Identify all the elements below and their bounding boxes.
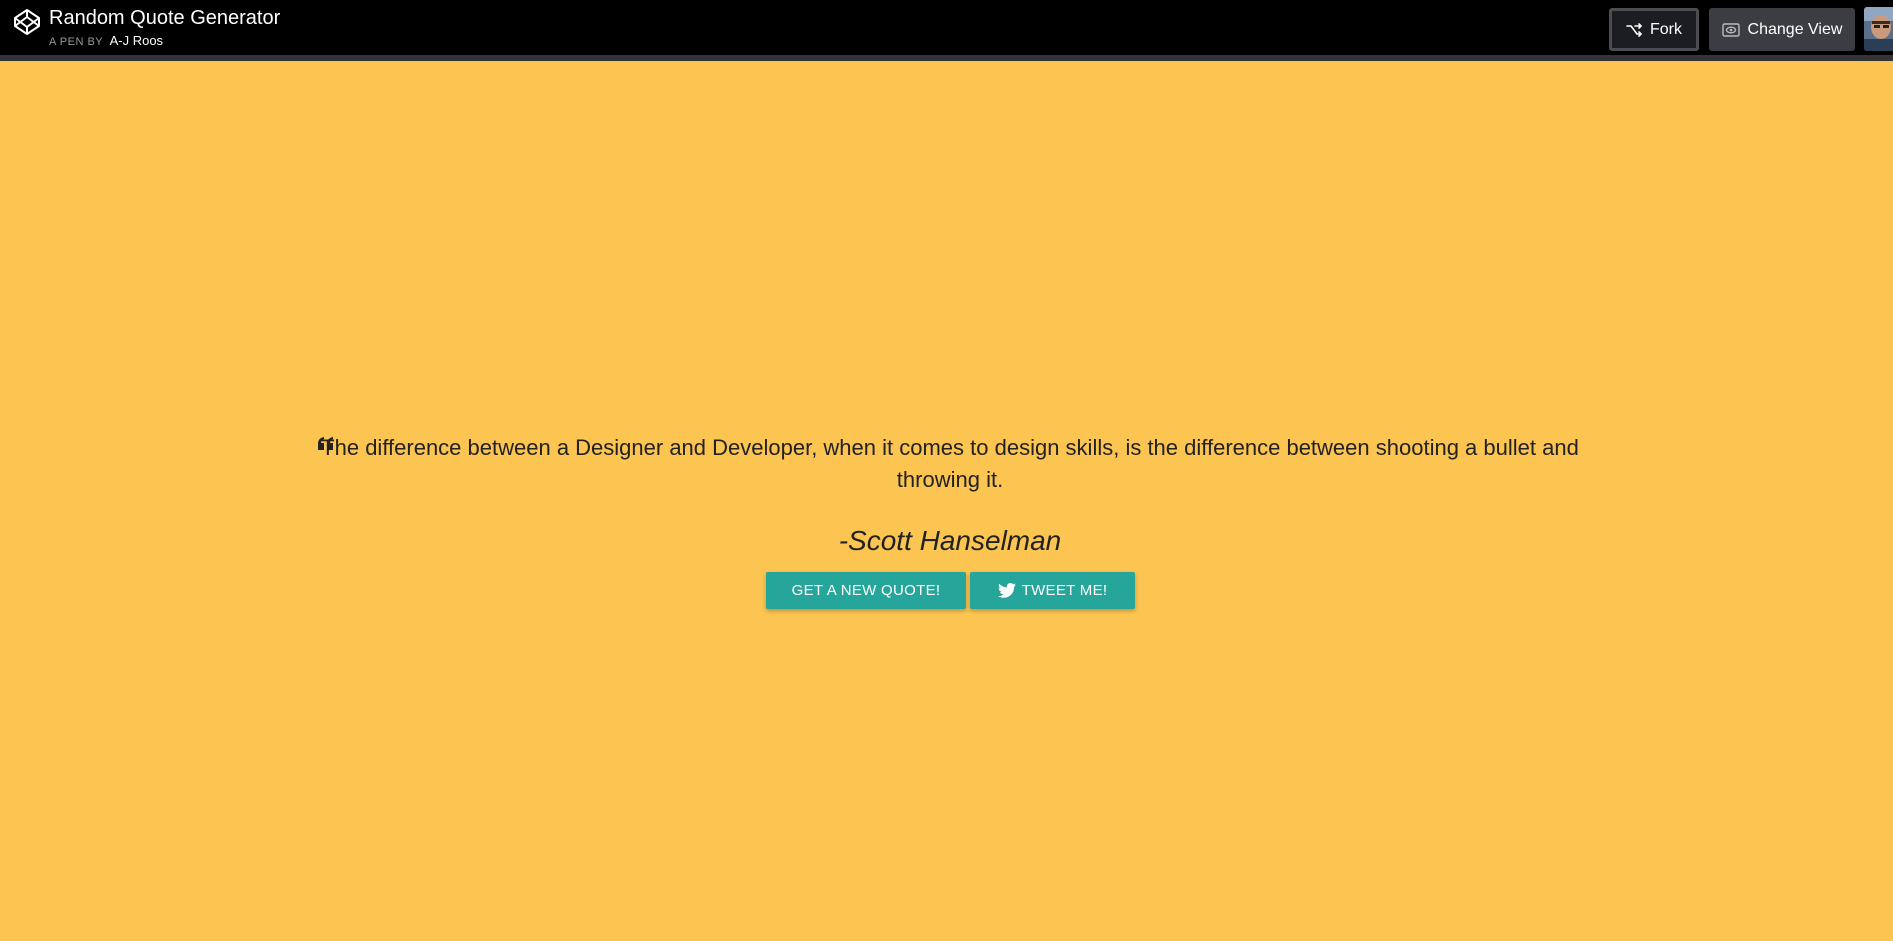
- pen-by-label: A PEN BY: [49, 36, 104, 48]
- pen-author-link[interactable]: A-J Roos: [110, 33, 163, 48]
- new-quote-button[interactable]: GET A NEW QUOTE!: [766, 572, 966, 609]
- quote-left-icon: [318, 437, 333, 450]
- fork-icon: [1626, 22, 1642, 37]
- twitter-icon: [997, 583, 1016, 598]
- tweet-button[interactable]: TWEET ME!: [970, 572, 1135, 609]
- tweet-label: TWEET ME!: [1021, 582, 1108, 599]
- codepen-logo-icon[interactable]: [13, 8, 41, 36]
- new-quote-label: GET A NEW QUOTE!: [791, 582, 941, 599]
- quote-author: -Scott Hanselman: [838, 525, 1062, 556]
- quote-text: The difference between a Designer and De…: [321, 435, 1579, 492]
- change-view-button[interactable]: Change View: [1709, 8, 1855, 51]
- pen-byline: A PEN BY A-J Roos: [49, 33, 163, 50]
- fork-label: Fork: [1650, 20, 1682, 38]
- top-bar: Random Quote Generator A PEN BY A-J Roos…: [0, 0, 1893, 61]
- pen-title: Random Quote Generator: [49, 7, 281, 29]
- user-avatar[interactable]: [1864, 7, 1893, 51]
- eye-icon: [1721, 22, 1740, 37]
- quote-box: The difference between a Designer and De…: [300, 432, 1600, 556]
- fork-button[interactable]: Fork: [1609, 8, 1699, 51]
- change-view-label: Change View: [1747, 20, 1843, 38]
